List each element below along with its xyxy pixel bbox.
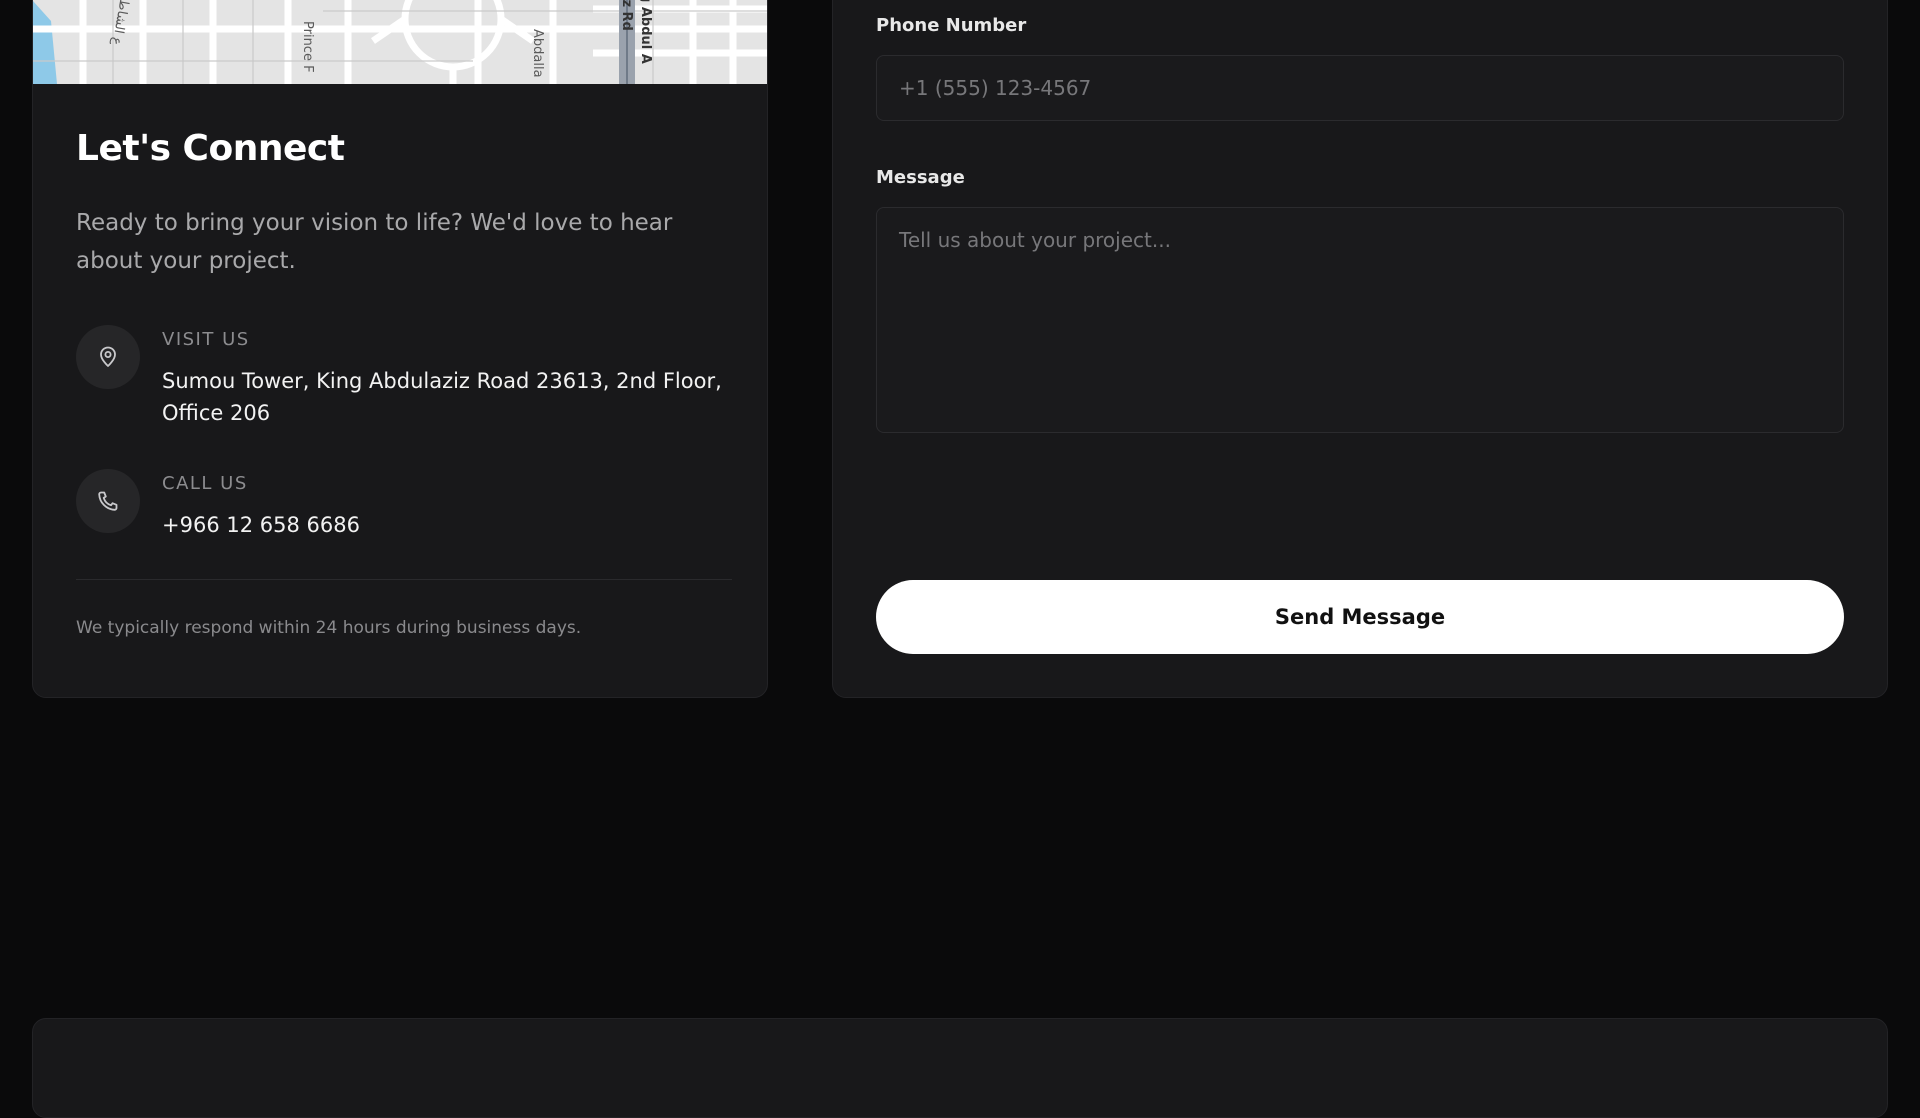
phone-icon — [76, 469, 140, 533]
location-map[interactable]: Prince F Abdalla iz Rd g Abdul A ع الشاط… — [33, 0, 767, 84]
phone-number-link[interactable]: +966 12 658 6686 — [162, 509, 732, 541]
contact-info-card: Prince F Abdalla iz Rd g Abdul A ع الشاط… — [32, 0, 768, 698]
phone-number-label: Phone Number — [876, 15, 1027, 36]
footer-card — [32, 1018, 1888, 1118]
map-street-label: g Abdul A — [638, 0, 653, 64]
address-text: Sumou Tower, King Abdulaziz Road 23613, … — [162, 369, 722, 425]
map-roads — [33, 0, 767, 84]
phone-number-input[interactable] — [876, 55, 1844, 121]
call-us-label: CALL US — [162, 473, 248, 494]
message-label: Message — [876, 167, 965, 188]
contact-form-card: Phone Number Message Send Message — [832, 0, 1888, 698]
map-street-label: Abdalla — [530, 29, 545, 78]
location-pin-icon — [76, 325, 140, 389]
send-message-button[interactable]: Send Message — [876, 580, 1844, 654]
visit-us-label: VISIT US — [162, 329, 250, 350]
divider — [76, 579, 732, 580]
map-street-label: iz Rd — [619, 0, 634, 31]
message-textarea[interactable] — [876, 207, 1844, 433]
section-title: Let's Connect — [76, 128, 345, 169]
intro-text: Ready to bring your vision to life? We'd… — [76, 210, 673, 274]
response-time-note: We typically respond within 24 hours dur… — [76, 618, 582, 638]
map-street-label: Prince F — [300, 21, 315, 73]
